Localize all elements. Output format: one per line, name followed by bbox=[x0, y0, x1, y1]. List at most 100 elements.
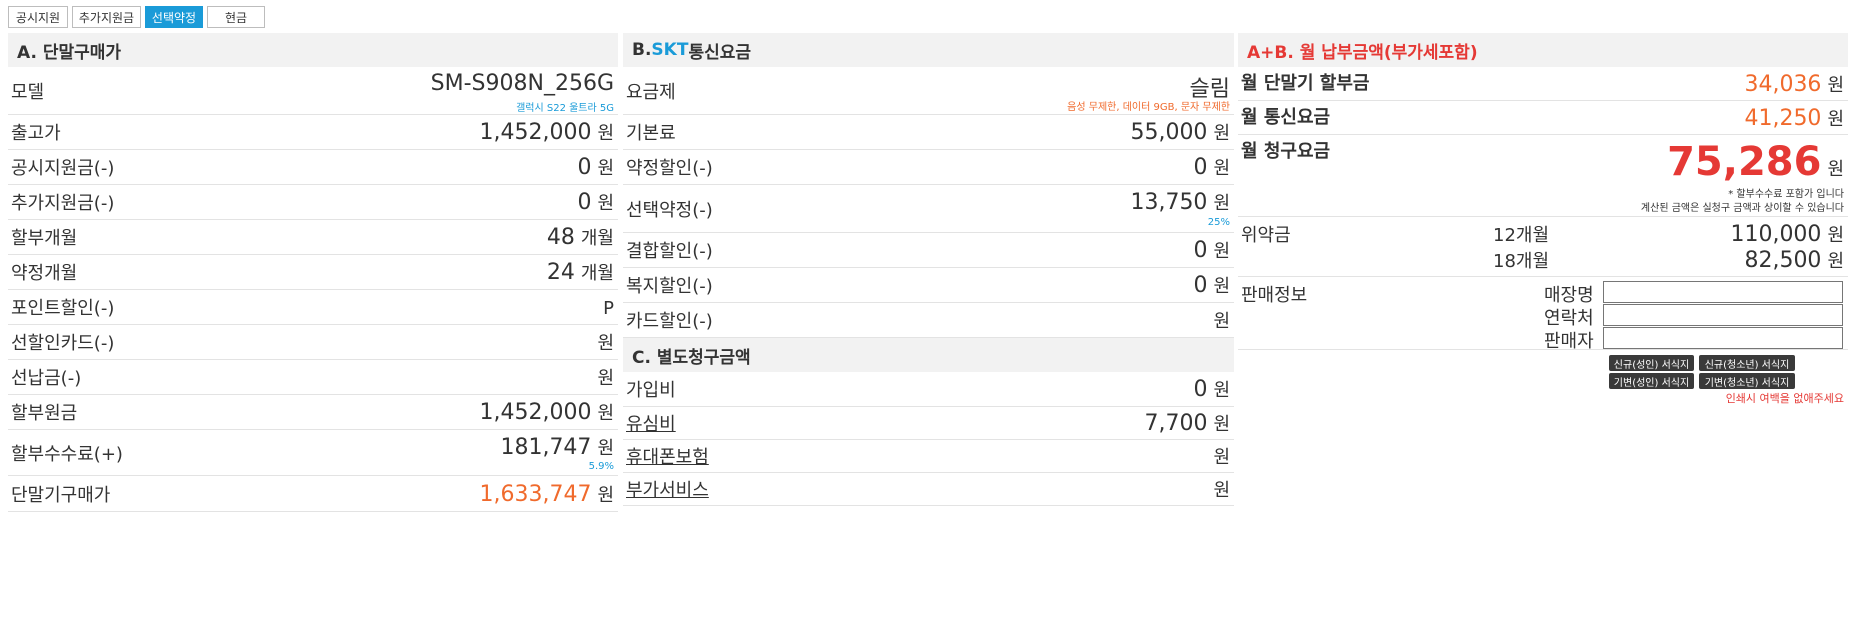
plan-description: 음성 무제한, 데이터 9GB, 문자 무제한 bbox=[1067, 102, 1230, 113]
new-youth-form-button[interactable]: 신규(청소년) 서식지 bbox=[1699, 355, 1795, 371]
penalty-row: 위약금 12개월 110,000 원 18개월 82,500 원 bbox=[1238, 217, 1848, 277]
seller-input[interactable] bbox=[1603, 327, 1843, 349]
list-item: 복지할인(-) 0원 bbox=[623, 268, 1234, 303]
list-item: 출고가 1,452,000 원 bbox=[8, 115, 618, 150]
row-unit: 원 bbox=[597, 403, 614, 424]
row-label: 가입비 bbox=[626, 380, 676, 401]
model-row: 모델 SM-S908N_256G 갤럭시 S22 울트라 5G bbox=[8, 67, 618, 115]
row-unit: 원 bbox=[1213, 414, 1230, 435]
list-item: 휴대폰보험 원 bbox=[623, 440, 1234, 473]
penalty-value-12: 110,000 bbox=[1730, 222, 1822, 247]
list-item: 기본료 55,000 원 bbox=[623, 115, 1234, 150]
row-label: 선할인카드(-) bbox=[11, 333, 115, 354]
row-unit: 원 bbox=[597, 368, 614, 389]
section-c-title: C. 별도청구금액 bbox=[623, 338, 1234, 372]
row-value: 0 bbox=[577, 190, 592, 215]
unit: 원 bbox=[1827, 225, 1844, 246]
row-label: 할부개월 bbox=[11, 228, 78, 249]
row-value: 0 bbox=[1193, 273, 1208, 298]
row-label: 추가지원금(-) bbox=[11, 193, 115, 214]
plan-label: 요금제 bbox=[626, 81, 676, 103]
list-item: 할부원금 1,452,000 원 bbox=[8, 395, 618, 430]
list-item: 결합할인(-) 0원 bbox=[623, 233, 1234, 268]
row-unit: 원 bbox=[597, 333, 614, 354]
row-value: 0 bbox=[1193, 377, 1208, 402]
monthly-bill-row: 월 청구요금 75,286 원 * 할부수수료 포함가 입니다 계산된 금액은 실… bbox=[1238, 135, 1848, 217]
list-item: 단말기구매가 1,633,747 원 bbox=[8, 476, 618, 512]
monthly-payment-panel: A+B. 월 납부금액(부가세포함) 월 단말기 할부금 34,036 원 월 통… bbox=[1238, 33, 1848, 410]
unit: 원 bbox=[1827, 109, 1844, 130]
telecom-fee-panel: B. SKT 통신요금 요금제 슬림 음성 무제한, 데이터 9GB, 문자 무제… bbox=[623, 33, 1234, 506]
row-value: 48 bbox=[546, 225, 575, 250]
monthly-telecom-row: 월 통신요금 41,250 원 bbox=[1238, 101, 1848, 135]
monthly-installment-value: 34,036 bbox=[1744, 72, 1822, 97]
list-item: 약정개월 24 개월 bbox=[8, 255, 618, 290]
monthly-installment-label: 월 단말기 할부금 bbox=[1241, 73, 1370, 94]
row-label: 약정개월 bbox=[11, 263, 78, 284]
row-value: 24 bbox=[546, 260, 575, 285]
row-value: 0 bbox=[1193, 155, 1208, 180]
list-item: 추가지원금(-) 0원 bbox=[8, 185, 618, 220]
penalty-label: 위약금 bbox=[1241, 225, 1291, 246]
row-unit: 원 bbox=[1213, 311, 1230, 332]
row-value: 13,750 bbox=[1130, 190, 1208, 215]
unit: 원 bbox=[1827, 75, 1844, 96]
model-value: SM-S908N_256G bbox=[430, 71, 614, 96]
installment-rate: 5.9% bbox=[588, 461, 614, 472]
model-label: 모델 bbox=[11, 81, 45, 103]
row-unit: 원 bbox=[1213, 158, 1230, 179]
store-name-input[interactable] bbox=[1603, 281, 1843, 303]
list-item: 카드할인(-) 원 bbox=[623, 303, 1234, 338]
row-value: 55,000 bbox=[1130, 120, 1208, 145]
penalty-period-18: 18개월 bbox=[1493, 251, 1550, 272]
row-unit: 원 bbox=[1213, 123, 1230, 144]
list-item: 선할인카드(-) 원 bbox=[8, 325, 618, 360]
row-label: 단말기구매가 bbox=[11, 484, 111, 506]
row-value: 1,452,000 bbox=[479, 120, 592, 145]
change-adult-form-button[interactable]: 기변(성인) 서식지 bbox=[1609, 373, 1694, 389]
row-unit: 원 bbox=[1213, 241, 1230, 262]
device-total-value: 1,633,747 bbox=[479, 481, 592, 507]
section-b-title-text: 통신요금 bbox=[688, 42, 751, 63]
monthly-telecom-label: 월 통신요금 bbox=[1241, 107, 1331, 128]
list-item: 선납금(-) 원 bbox=[8, 360, 618, 395]
row-label: 할부수수료(+) bbox=[11, 443, 123, 465]
list-item: 가입비 0원 bbox=[623, 372, 1234, 407]
tab-selective-contract[interactable]: 선택약정 bbox=[145, 6, 203, 28]
tab-bar: 공시지원 추가지원금 선택약정 현금 bbox=[8, 6, 269, 30]
monthly-bill-total: 75,286 bbox=[1667, 139, 1822, 185]
row-unit: 원 bbox=[597, 158, 614, 179]
row-value: 0 bbox=[1193, 238, 1208, 263]
print-margin-note: 인쇄시 여백을 없애주세요 bbox=[1725, 392, 1844, 405]
row-value: 1,452,000 bbox=[479, 400, 592, 425]
row-value: 0 bbox=[577, 155, 592, 180]
row-unit: 원 bbox=[1213, 447, 1230, 468]
tab-public-subsidy[interactable]: 공시지원 bbox=[8, 6, 68, 28]
contact-input[interactable] bbox=[1603, 304, 1843, 326]
disclaimer-note: 계산된 금액은 실청구 금액과 상이할 수 있습니다 bbox=[1640, 203, 1844, 214]
list-item: 약정할인(-) 0원 bbox=[623, 150, 1234, 185]
monthly-bill-label: 월 청구요금 bbox=[1241, 141, 1331, 162]
row-label: 할부원금 bbox=[11, 403, 78, 424]
row-label: 카드할인(-) bbox=[626, 311, 713, 332]
tab-cash[interactable]: 현금 bbox=[207, 6, 265, 28]
list-item: 포인트할인(-) P bbox=[8, 290, 618, 325]
row-unit: 원 bbox=[597, 193, 614, 214]
monthly-telecom-value: 41,250 bbox=[1744, 106, 1822, 131]
change-youth-form-button[interactable]: 기변(청소년) 서식지 bbox=[1699, 373, 1795, 389]
unit: 원 bbox=[1827, 159, 1844, 180]
row-label: 공시지원금(-) bbox=[11, 158, 115, 179]
row-unit: 원 bbox=[1213, 193, 1230, 214]
monthly-installment-row: 월 단말기 할부금 34,036 원 bbox=[1238, 67, 1848, 101]
row-value: 181,747 bbox=[500, 435, 592, 460]
new-adult-form-button[interactable]: 신규(성인) 서식지 bbox=[1609, 355, 1694, 371]
row-label: 약정할인(-) bbox=[626, 158, 713, 179]
usim-fee-link[interactable]: 유심비 bbox=[623, 410, 676, 436]
tab-extra-subsidy[interactable]: 추가지원금 bbox=[72, 6, 141, 28]
row-label: 출고가 bbox=[11, 123, 61, 144]
row-value: 7,700 bbox=[1144, 411, 1208, 436]
phone-insurance-link[interactable]: 휴대폰보험 bbox=[623, 443, 709, 469]
addon-service-link[interactable]: 부가서비스 bbox=[623, 476, 709, 502]
list-item: 할부개월 48 개월 bbox=[8, 220, 618, 255]
list-item: 유심비 7,700 원 bbox=[623, 407, 1234, 440]
